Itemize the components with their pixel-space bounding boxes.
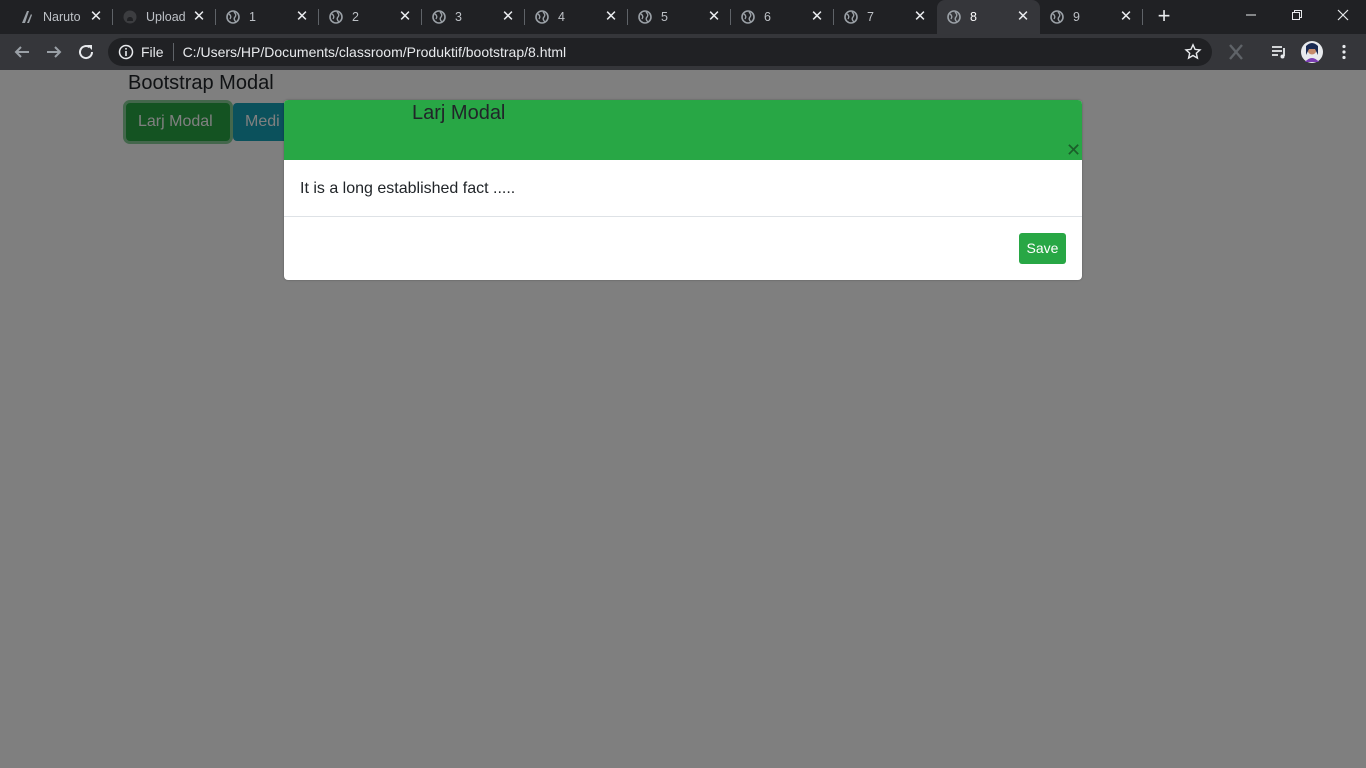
tab-title: 6	[764, 10, 771, 24]
minimize-button[interactable]	[1228, 0, 1274, 30]
close-tab-icon[interactable]: ✕	[88, 9, 104, 25]
tab-7[interactable]: 7 ✕	[834, 0, 937, 34]
close-icon	[1337, 9, 1349, 21]
back-button[interactable]	[10, 40, 34, 64]
tab-title: 5	[661, 10, 668, 24]
tab-6[interactable]: 6 ✕	[731, 0, 834, 34]
menu-button[interactable]	[1332, 40, 1356, 64]
modal-title: Larj Modal	[412, 102, 506, 124]
globe-icon	[535, 10, 549, 24]
save-button[interactable]: Save	[1019, 233, 1066, 264]
tab-5[interactable]: 5 ✕	[628, 0, 731, 34]
close-icon[interactable]: ✕	[1066, 141, 1081, 159]
globe-icon	[432, 10, 446, 24]
reload-button[interactable]	[74, 40, 98, 64]
tab-3[interactable]: 3 ✕	[422, 0, 525, 34]
close-tab-icon[interactable]: ✕	[603, 9, 619, 25]
bookmark-star-icon[interactable]	[1184, 43, 1202, 61]
omnibox-divider	[172, 43, 174, 61]
close-tab-icon[interactable]: ✕	[191, 9, 207, 25]
minimize-icon	[1246, 14, 1256, 16]
reload-icon	[79, 45, 94, 60]
close-tab-icon[interactable]: ✕	[809, 9, 825, 25]
tab-title: 3	[455, 10, 462, 24]
info-icon[interactable]	[118, 44, 134, 60]
forward-button[interactable]	[42, 40, 66, 64]
tab-title: 4	[558, 10, 565, 24]
extension-button[interactable]	[1224, 40, 1248, 64]
modal-header: Larj Modal ✕	[284, 100, 1082, 160]
url-scheme-label: File	[141, 44, 164, 60]
close-tab-icon[interactable]: ✕	[706, 9, 722, 25]
extension-x-icon	[1229, 44, 1243, 60]
globe-icon	[1050, 10, 1064, 24]
new-tab-button[interactable]: +	[1152, 5, 1176, 29]
tab-8[interactable]: 8 ✕	[937, 0, 1040, 34]
avatar	[1301, 41, 1323, 63]
tab-title: 9	[1073, 10, 1080, 24]
browser-tab-strip: Naruto ✕ Upload ✕ 1 ✕ 2 ✕ 3 ✕ 4 ✕ 5 ✕ 6 …	[0, 0, 1366, 34]
close-tab-icon[interactable]: ✕	[294, 9, 310, 25]
restore-button[interactable]	[1274, 0, 1320, 30]
modal-dialog: Larj Modal ✕ It is a long established fa…	[284, 100, 1082, 280]
address-bar[interactable]: File C:/Users/HP/Documents/classroom/Pro…	[108, 38, 1212, 66]
tab-naruto[interactable]: Naruto ✕	[10, 0, 113, 34]
arrow-right-icon	[47, 46, 62, 58]
more-vert-icon	[1342, 44, 1346, 60]
media-control-button[interactable]	[1267, 40, 1291, 64]
modal-body-text: It is a long established fact .....	[300, 180, 516, 197]
tab-title: Upload	[146, 10, 186, 24]
close-tab-icon[interactable]: ✕	[1118, 9, 1134, 25]
globe-icon	[329, 10, 343, 24]
naruto-favicon-icon	[22, 11, 32, 23]
modal-footer-divider	[284, 216, 1082, 217]
close-tab-icon[interactable]: ✕	[912, 9, 928, 25]
github-icon	[123, 10, 137, 24]
tab-title: 7	[867, 10, 874, 24]
url-text[interactable]: C:/Users/HP/Documents/classroom/Produkti…	[183, 44, 567, 60]
playlist-icon	[1272, 46, 1285, 59]
tab-title: 1	[249, 10, 256, 24]
globe-icon	[741, 10, 755, 24]
tab-9[interactable]: 9 ✕	[1040, 0, 1143, 34]
globe-icon	[844, 10, 858, 24]
tab-upload[interactable]: Upload ✕	[113, 0, 216, 34]
tab-title: 8	[970, 10, 977, 24]
close-tab-icon[interactable]: ✕	[500, 9, 516, 25]
page-viewport: Bootstrap Modal Larj Modal Medi Larj Mod…	[0, 70, 1366, 768]
globe-icon	[947, 10, 961, 24]
close-tab-icon[interactable]: ✕	[397, 9, 413, 25]
globe-icon	[226, 10, 240, 24]
tab-1[interactable]: 1 ✕	[216, 0, 319, 34]
globe-icon	[638, 10, 652, 24]
close-window-button[interactable]	[1320, 0, 1366, 30]
tab-separator	[1142, 9, 1143, 25]
close-tab-icon[interactable]: ✕	[1015, 9, 1031, 25]
profile-button[interactable]	[1300, 40, 1324, 64]
tab-4[interactable]: 4 ✕	[525, 0, 628, 34]
browser-toolbar: File C:/Users/HP/Documents/classroom/Pro…	[0, 34, 1366, 70]
arrow-left-icon	[14, 46, 29, 58]
tab-2[interactable]: 2 ✕	[319, 0, 422, 34]
tab-title: 2	[352, 10, 359, 24]
restore-icon	[1292, 10, 1302, 20]
tab-title: Naruto	[43, 10, 81, 24]
